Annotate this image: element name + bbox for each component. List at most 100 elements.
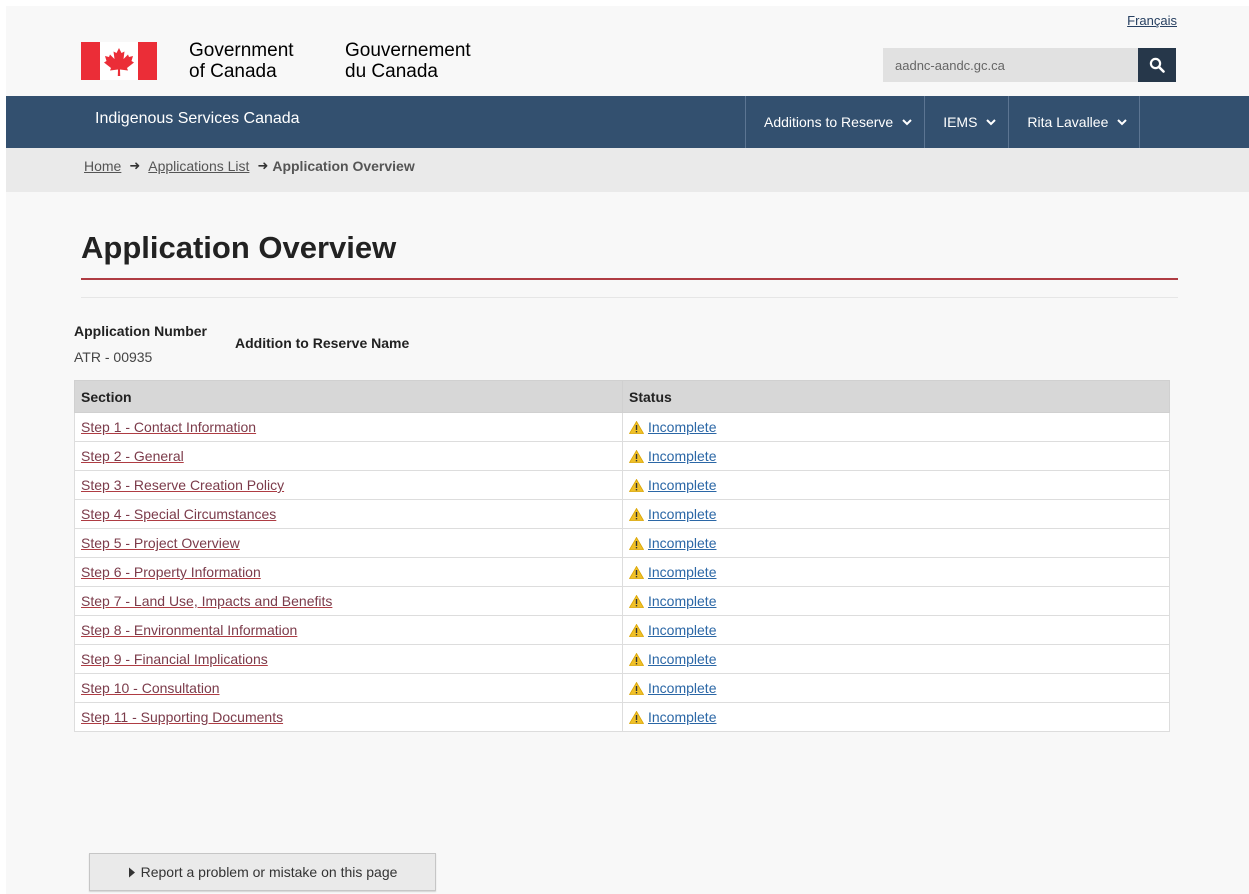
chevron-down-icon xyxy=(1117,118,1128,125)
breadcrumb: Home ➜ Applications List ➜ Application O… xyxy=(6,148,1249,192)
status-link[interactable]: Incomplete xyxy=(648,593,716,609)
column-header-status: Status xyxy=(622,380,1170,413)
table-row: Step 11 - Supporting Documents Incomplete xyxy=(74,702,1170,732)
status-link[interactable]: Incomplete xyxy=(648,448,716,464)
canada-flag-icon[interactable] xyxy=(81,42,157,80)
status-cell: Incomplete xyxy=(622,557,1170,587)
section-link[interactable]: Step 2 - General xyxy=(81,448,184,464)
page: Français Government of Canada Gouverneme… xyxy=(6,6,1249,894)
status-cell: Incomplete xyxy=(622,702,1170,732)
table-row: Step 4 - Special Circumstances Incomplete xyxy=(74,499,1170,529)
main-navigation: Indigenous Services Canada Additions to … xyxy=(6,96,1249,148)
status-link[interactable]: Incomplete xyxy=(648,651,716,667)
warning-icon xyxy=(629,682,644,695)
status-cell: Incomplete xyxy=(622,470,1170,500)
application-number-value: ATR - 00935 xyxy=(74,349,153,365)
warning-icon xyxy=(629,508,644,521)
status-link[interactable]: Incomplete xyxy=(648,622,716,638)
section-cell: Step 10 - Consultation xyxy=(74,673,623,703)
warning-icon xyxy=(629,566,644,579)
status-cell: Incomplete xyxy=(622,499,1170,529)
status-link[interactable]: Incomplete xyxy=(648,477,716,493)
section-cell: Step 2 - General xyxy=(74,441,623,471)
atr-name-label: Addition to Reserve Name xyxy=(235,335,410,351)
divider xyxy=(81,297,1178,298)
table-row: Step 8 - Environmental Information Incomp… xyxy=(74,615,1170,645)
warning-icon xyxy=(629,479,644,492)
sections-table: Section Status Step 1 - Contact Informat… xyxy=(74,380,1170,732)
page-title: Application Overview xyxy=(81,230,397,265)
section-link[interactable]: Step 6 - Property Information xyxy=(81,564,261,580)
section-cell: Step 3 - Reserve Creation Policy xyxy=(74,470,623,500)
status-cell: Incomplete xyxy=(622,673,1170,703)
chevron-down-icon xyxy=(986,118,997,125)
report-problem-button[interactable]: Report a problem or mistake on this page xyxy=(89,853,436,891)
warning-icon xyxy=(629,595,644,608)
breadcrumb-applications-list[interactable]: Applications List xyxy=(148,158,249,174)
section-link[interactable]: Step 8 - Environmental Information xyxy=(81,622,297,638)
warning-icon xyxy=(629,711,644,724)
signature-french: Gouvernement du Canada xyxy=(345,40,471,82)
warning-icon xyxy=(629,450,644,463)
table-row: Step 10 - Consultation Incomplete xyxy=(74,673,1170,703)
section-link[interactable]: Step 7 - Land Use, Impacts and Benefits xyxy=(81,593,332,609)
section-link[interactable]: Step 10 - Consultation xyxy=(81,680,220,696)
status-cell: Incomplete xyxy=(622,412,1170,442)
menu-user-account[interactable]: Rita Lavallee xyxy=(1009,96,1141,148)
table-row: Step 9 - Financial Implications Incomplet… xyxy=(74,644,1170,674)
signature-english: Government of Canada xyxy=(189,40,294,82)
menu-additions-to-reserve[interactable]: Additions to Reserve xyxy=(746,96,926,148)
section-link[interactable]: Step 1 - Contact Information xyxy=(81,419,256,435)
table-row: Step 3 - Reserve Creation Policy Incomple… xyxy=(74,470,1170,500)
table-row: Step 5 - Project Overview Incomplete xyxy=(74,528,1170,558)
status-link[interactable]: Incomplete xyxy=(648,419,716,435)
table-row: Step 7 - Land Use, Impacts and Benefits I… xyxy=(74,586,1170,616)
section-link[interactable]: Step 11 - Supporting Documents xyxy=(81,709,283,725)
search-button[interactable] xyxy=(1138,48,1177,82)
table-row: Step 2 - General Incomplete xyxy=(74,441,1170,471)
title-underline xyxy=(81,278,1178,280)
search-input[interactable] xyxy=(883,48,1138,82)
search-icon xyxy=(1150,57,1166,73)
table-row: Step 6 - Property Information Incomplete xyxy=(74,557,1170,587)
status-cell: Incomplete xyxy=(622,586,1170,616)
section-cell: Step 5 - Project Overview xyxy=(74,528,623,558)
language-toggle-link[interactable]: Français xyxy=(1127,13,1177,28)
site-title[interactable]: Indigenous Services Canada xyxy=(95,110,300,128)
warning-icon xyxy=(629,653,644,666)
status-cell: Incomplete xyxy=(622,528,1170,558)
section-cell: Step 11 - Supporting Documents xyxy=(74,702,623,732)
arrow-right-icon: ➜ xyxy=(257,158,269,173)
table-header-row: Section Status xyxy=(74,380,1170,413)
chevron-down-icon xyxy=(902,118,912,125)
status-cell: Incomplete xyxy=(622,644,1170,674)
section-cell: Step 9 - Financial Implications xyxy=(74,644,623,674)
status-link[interactable]: Incomplete xyxy=(648,709,716,725)
status-link[interactable]: Incomplete xyxy=(648,564,716,580)
section-cell: Step 6 - Property Information xyxy=(74,557,623,587)
status-link[interactable]: Incomplete xyxy=(648,680,716,696)
arrow-right-icon: ➜ xyxy=(129,158,141,173)
section-cell: Step 7 - Land Use, Impacts and Benefits xyxy=(74,586,623,616)
section-link[interactable]: Step 4 - Special Circumstances xyxy=(81,506,276,522)
status-link[interactable]: Incomplete xyxy=(648,506,716,522)
menu-iems[interactable]: IEMS xyxy=(925,96,1010,148)
warning-icon xyxy=(629,624,644,637)
status-cell: Incomplete xyxy=(622,615,1170,645)
column-header-section: Section xyxy=(74,380,623,413)
section-link[interactable]: Step 5 - Project Overview xyxy=(81,535,240,551)
breadcrumb-current: Application Overview xyxy=(272,158,415,174)
warning-icon xyxy=(629,537,644,550)
search-form xyxy=(883,48,1177,82)
section-cell: Step 4 - Special Circumstances xyxy=(74,499,623,529)
breadcrumb-home[interactable]: Home xyxy=(84,158,121,174)
section-link[interactable]: Step 9 - Financial Implications xyxy=(81,651,268,667)
section-link[interactable]: Step 3 - Reserve Creation Policy xyxy=(81,477,284,493)
section-cell: Step 1 - Contact Information xyxy=(74,412,623,442)
status-link[interactable]: Incomplete xyxy=(648,535,716,551)
table-row: Step 1 - Contact Information Incomplete xyxy=(74,412,1170,442)
nav-menu: Additions to Reserve IEMS Rita Lavallee xyxy=(745,96,1141,148)
warning-icon xyxy=(629,421,644,434)
caret-right-icon xyxy=(128,867,135,877)
status-cell: Incomplete xyxy=(622,441,1170,471)
